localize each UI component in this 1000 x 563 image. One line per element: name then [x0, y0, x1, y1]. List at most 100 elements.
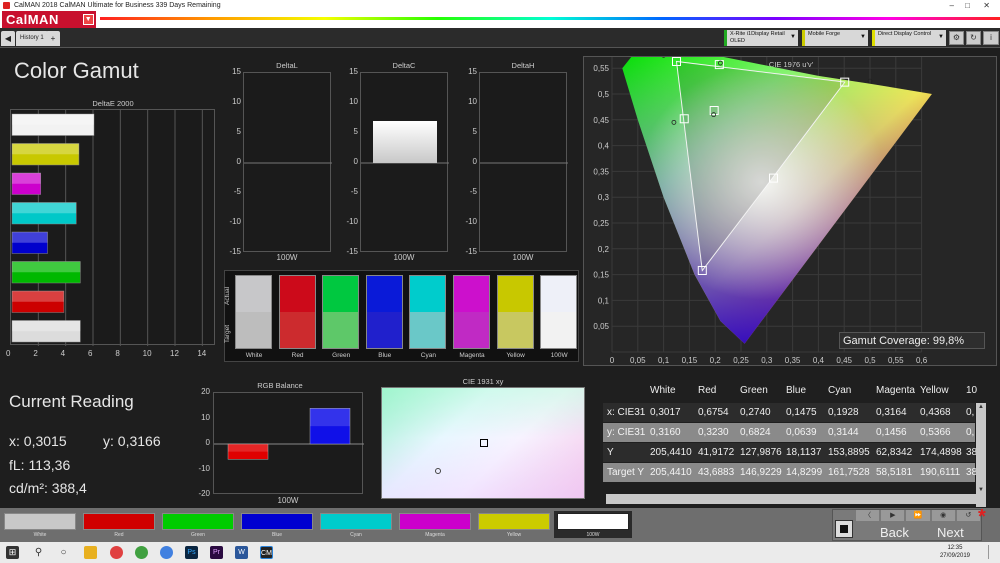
chevron-down-icon[interactable]: ▼ [83, 14, 94, 25]
deltae-bar-highlight [12, 320, 81, 332]
delta-tick-label: 15 [349, 67, 358, 76]
eye-icon[interactable]: ◉ [931, 510, 955, 521]
chrome-icon-3[interactable] [160, 546, 173, 559]
rgb-bar-highlight [310, 408, 350, 427]
maximize-icon[interactable]: □ [965, 0, 970, 11]
back-button[interactable]: Back [880, 525, 909, 540]
chrome-icon-2[interactable] [135, 546, 148, 559]
cie1931-title: CIE 1931 xy [462, 377, 504, 386]
show-desktop[interactable] [988, 545, 996, 559]
delta-tick-label: 10 [232, 97, 241, 106]
current-reading-title: Current Reading [9, 392, 134, 411]
table-cell: 0,3160 [650, 427, 681, 438]
color-button-swatch [162, 513, 234, 530]
start-icon[interactable]: ⊞ [6, 546, 19, 559]
delta-tick-label: -15 [229, 247, 241, 256]
table-row[interactable]: Target Y 205,4410 43,6883 146,9229 14,8299 16… [603, 463, 977, 482]
deltae-bar-highlight [12, 232, 48, 243]
sync-icon[interactable]: ↻ [966, 31, 981, 45]
delta-tick-label: 15 [232, 67, 241, 76]
cie-xtick-label: 0,55 [888, 356, 904, 365]
play-icon[interactable]: ▶ [881, 510, 905, 521]
add-tab-icon[interactable]: + [46, 31, 60, 46]
device-display[interactable]: Direct Display Control ▼ [872, 30, 946, 46]
table-row[interactable]: y: CIE31 0,3160 0,3230 0,6824 0,0639 0,3144 0,… [603, 423, 975, 442]
cie1931-plot [381, 387, 585, 499]
fast-forward-icon[interactable]: ⏩ [906, 510, 930, 521]
table-header[interactable]: Red [698, 385, 716, 396]
cie-ytick-label: 0,25 [593, 219, 609, 228]
tab-history[interactable]: History 1 [16, 31, 48, 46]
table-cell: 127,9876 [740, 447, 782, 458]
swatch-label: Green [332, 352, 351, 359]
delta-tick-label: 15 [468, 67, 477, 76]
swatch [409, 275, 447, 349]
chrome-icon[interactable] [110, 546, 123, 559]
table-cell: 146,9229 [740, 467, 782, 478]
cie-ytick-label: 0,15 [593, 271, 609, 280]
table-header[interactable]: Blue [786, 385, 806, 396]
delta-chart [360, 72, 449, 252]
table-cell: 153,8895 [828, 447, 870, 458]
table-row[interactable]: x: CIE31 0,3017 0,6754 0,2740 0,1475 0,1928 0,… [603, 403, 975, 422]
tab-back-icon[interactable]: ◀ [1, 31, 15, 46]
swatch-actual [279, 276, 315, 312]
delta-tick-label: 0 [472, 157, 477, 166]
refresh-icon[interactable]: ↺ [956, 510, 981, 521]
table-header[interactable]: Cyan [828, 385, 851, 396]
color-button[interactable]: White [1, 511, 79, 538]
color-button[interactable]: Blue [238, 511, 316, 538]
table-header[interactable]: 10 [966, 385, 977, 396]
cie-ytick-label: 0,55 [593, 64, 609, 73]
stop-icon [840, 525, 848, 533]
reading-y: y: 0,3166 [103, 433, 161, 449]
color-button[interactable]: 100W [554, 511, 632, 538]
photoshop-icon[interactable]: Ps [185, 546, 198, 559]
asterisk-icon[interactable]: * [978, 506, 986, 529]
file-explorer-icon[interactable] [84, 546, 97, 559]
color-swatches: Actual Target White Red Green Blue Cyan Magen… [224, 270, 579, 362]
device-meter[interactable]: X-Rite i1Display Retail OLED ▼ [724, 30, 798, 46]
delta-tick-label: -10 [346, 217, 358, 226]
delta-chart [479, 72, 568, 252]
table-header[interactable]: Yellow [920, 385, 949, 396]
settings-icon[interactable]: ⚙ [949, 31, 964, 45]
calman-taskbar-icon[interactable]: CM [260, 546, 273, 559]
color-button[interactable]: Red [80, 511, 158, 538]
table-header[interactable]: Green [740, 385, 768, 396]
device-source[interactable]: Mobile Forge ▼ [802, 30, 868, 46]
system-clock: 12:35 27/09/2019 [940, 544, 970, 560]
word-icon[interactable]: W [235, 546, 248, 559]
table-row[interactable]: Y 205,4410 41,9172 127,9876 18,1137 153,8895 6… [603, 443, 977, 462]
swatch [278, 275, 316, 349]
color-button[interactable]: Magenta [396, 511, 474, 538]
color-button-label: Red [114, 532, 124, 538]
search-icon[interactable]: ⚲ [32, 546, 45, 559]
swatch-target [454, 312, 489, 348]
delta-tick-label: 5 [353, 127, 358, 136]
color-button[interactable]: Green [159, 511, 237, 538]
stop-button[interactable] [835, 520, 853, 538]
next-button[interactable]: Next [937, 525, 964, 540]
deltae-plot [11, 110, 203, 346]
scroll-down-icon[interactable]: ▼ [976, 486, 986, 494]
info-icon[interactable]: i [983, 31, 999, 45]
close-icon[interactable]: ✕ [983, 0, 990, 11]
scroll-up-icon[interactable]: ▲ [976, 403, 986, 411]
table-hscroll[interactable] [606, 494, 976, 504]
table-header[interactable]: White [650, 385, 676, 396]
minimize-icon[interactable]: – [950, 0, 954, 11]
reading-fl: fL: 113,36 [9, 457, 71, 473]
delta-chart [243, 72, 332, 252]
color-button[interactable]: Cyan [317, 511, 395, 538]
color-button[interactable]: Yellow [475, 511, 553, 538]
swatch [496, 275, 534, 349]
table-cell: 0,1928 [828, 407, 859, 418]
table-cell: 58,5181 [876, 467, 913, 478]
task-view-icon[interactable]: ○ [57, 546, 70, 559]
table-row-label: y: CIE31 [607, 427, 646, 438]
premiere-icon[interactable]: Pr [210, 546, 223, 559]
delete-icon[interactable]: 〈 [856, 510, 880, 521]
calman-logo-menu[interactable]: CalMAN ▼ [2, 11, 96, 28]
table-header[interactable]: Magenta [876, 385, 915, 396]
